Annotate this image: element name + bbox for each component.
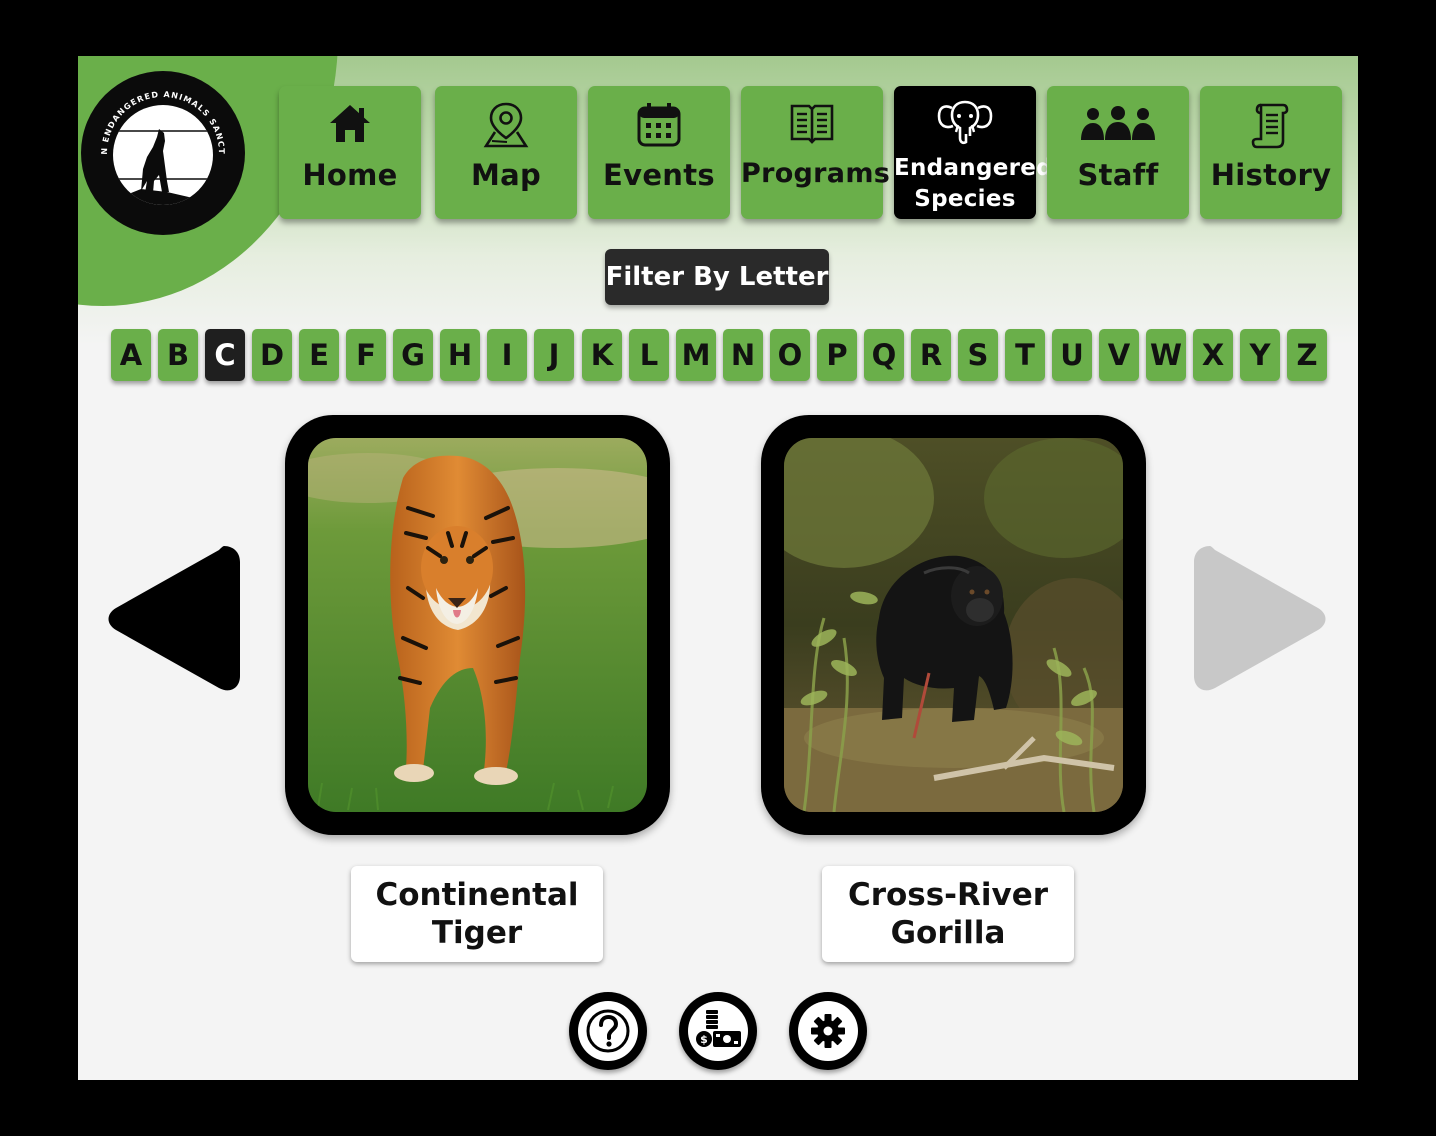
nav-endangered-label-line2: Species [914, 186, 1016, 212]
letter-button-n[interactable]: N [723, 329, 763, 381]
letter-filter-bar: ABCDEFGHIJKLMNOPQRSTUVWXYZ [111, 329, 1329, 381]
letter-button-e[interactable]: E [299, 329, 339, 381]
letter-button-i[interactable]: I [487, 329, 527, 381]
filter-by-letter-label: Filter By Letter [605, 249, 829, 305]
letter-button-a[interactable]: A [111, 329, 151, 381]
letter-button-o[interactable]: O [770, 329, 810, 381]
letter-button-v[interactable]: V [1099, 329, 1139, 381]
nav-staff-button[interactable]: Staff [1047, 86, 1189, 219]
open-book-icon [741, 101, 883, 149]
nav-programs-label: Programs [741, 158, 891, 189]
letter-button-l[interactable]: L [629, 329, 669, 381]
animal-name-gorilla[interactable]: Cross-River Gorilla [822, 866, 1074, 962]
nav-staff-label: Staff [1077, 158, 1159, 192]
letter-button-z[interactable]: Z [1287, 329, 1327, 381]
calendar-icon [588, 101, 730, 149]
donate-button[interactable]: $ [679, 992, 757, 1070]
nav-map-label: Map [470, 158, 542, 192]
nav-endangered-label-line1: Endangered [894, 155, 1053, 181]
animal-name-tiger-line2: Tiger [431, 915, 523, 951]
animal-name-gorilla-line1: Cross-River [847, 877, 1049, 913]
letter-button-c[interactable]: C [205, 329, 245, 381]
nav-endangered-label: Endangered Species [894, 153, 1053, 215]
letter-button-j[interactable]: J [534, 329, 574, 381]
nav-home-label: Home [302, 158, 398, 192]
donate-money-icon: $ [688, 1001, 748, 1061]
tiger-photo [308, 438, 647, 812]
sanctuary-logo[interactable]: ASTON ENDANGERED ANIMALS SANCTUARY [81, 71, 245, 235]
letter-button-y[interactable]: Y [1240, 329, 1280, 381]
letter-button-b[interactable]: B [158, 329, 198, 381]
animal-card-gorilla[interactable] [761, 415, 1146, 835]
letter-button-t[interactable]: T [1005, 329, 1045, 381]
nav-home-button[interactable]: Home [279, 86, 421, 219]
map-pin-icon [435, 101, 577, 149]
nav-history-button[interactable]: History [1200, 86, 1342, 219]
kiosk-screen: ASTON ENDANGERED ANIMALS SANCTUARY Home … [78, 56, 1358, 1080]
left-arrow-icon [108, 546, 240, 691]
help-button[interactable] [569, 992, 647, 1070]
letter-button-f[interactable]: F [346, 329, 386, 381]
letter-button-s[interactable]: S [958, 329, 998, 381]
animal-name-tiger-line1: Continental [375, 877, 579, 913]
letter-button-u[interactable]: U [1052, 329, 1092, 381]
elephant-icon [894, 96, 1036, 145]
letter-button-x[interactable]: X [1193, 329, 1233, 381]
letter-button-d[interactable]: D [252, 329, 292, 381]
animal-card-tiger[interactable] [285, 415, 670, 835]
animal-name-gorilla-line2: Gorilla [890, 915, 1006, 951]
svg-text:$: $ [700, 1033, 708, 1046]
nav-programs-button[interactable]: Programs [741, 86, 891, 219]
letter-button-g[interactable]: G [393, 329, 433, 381]
letter-button-q[interactable]: Q [864, 329, 904, 381]
home-icon [279, 101, 421, 149]
letter-button-k[interactable]: K [582, 329, 622, 381]
letter-button-m[interactable]: M [676, 329, 716, 381]
nav-history-label: History [1210, 158, 1332, 192]
staff-group-icon [1047, 106, 1189, 154]
nav-events-label: Events [603, 158, 715, 192]
letter-button-r[interactable]: R [911, 329, 951, 381]
nav-map-button[interactable]: Map [435, 86, 577, 219]
letter-button-p[interactable]: P [817, 329, 857, 381]
nav-events-button[interactable]: Events [588, 86, 730, 219]
help-icon [578, 1001, 638, 1061]
right-arrow-icon [1194, 546, 1326, 691]
nav-endangered-species-button[interactable]: Endangered Species [894, 86, 1053, 219]
previous-arrow-button[interactable] [106, 542, 242, 700]
settings-button[interactable] [789, 992, 867, 1070]
settings-gear-icon [798, 1001, 858, 1061]
scroll-icon [1200, 101, 1342, 149]
gorilla-photo [784, 438, 1123, 812]
letter-button-h[interactable]: H [440, 329, 480, 381]
next-arrow-button[interactable] [1192, 542, 1328, 700]
letter-button-w[interactable]: W [1146, 329, 1186, 381]
animal-name-tiger[interactable]: Continental Tiger [351, 866, 603, 962]
